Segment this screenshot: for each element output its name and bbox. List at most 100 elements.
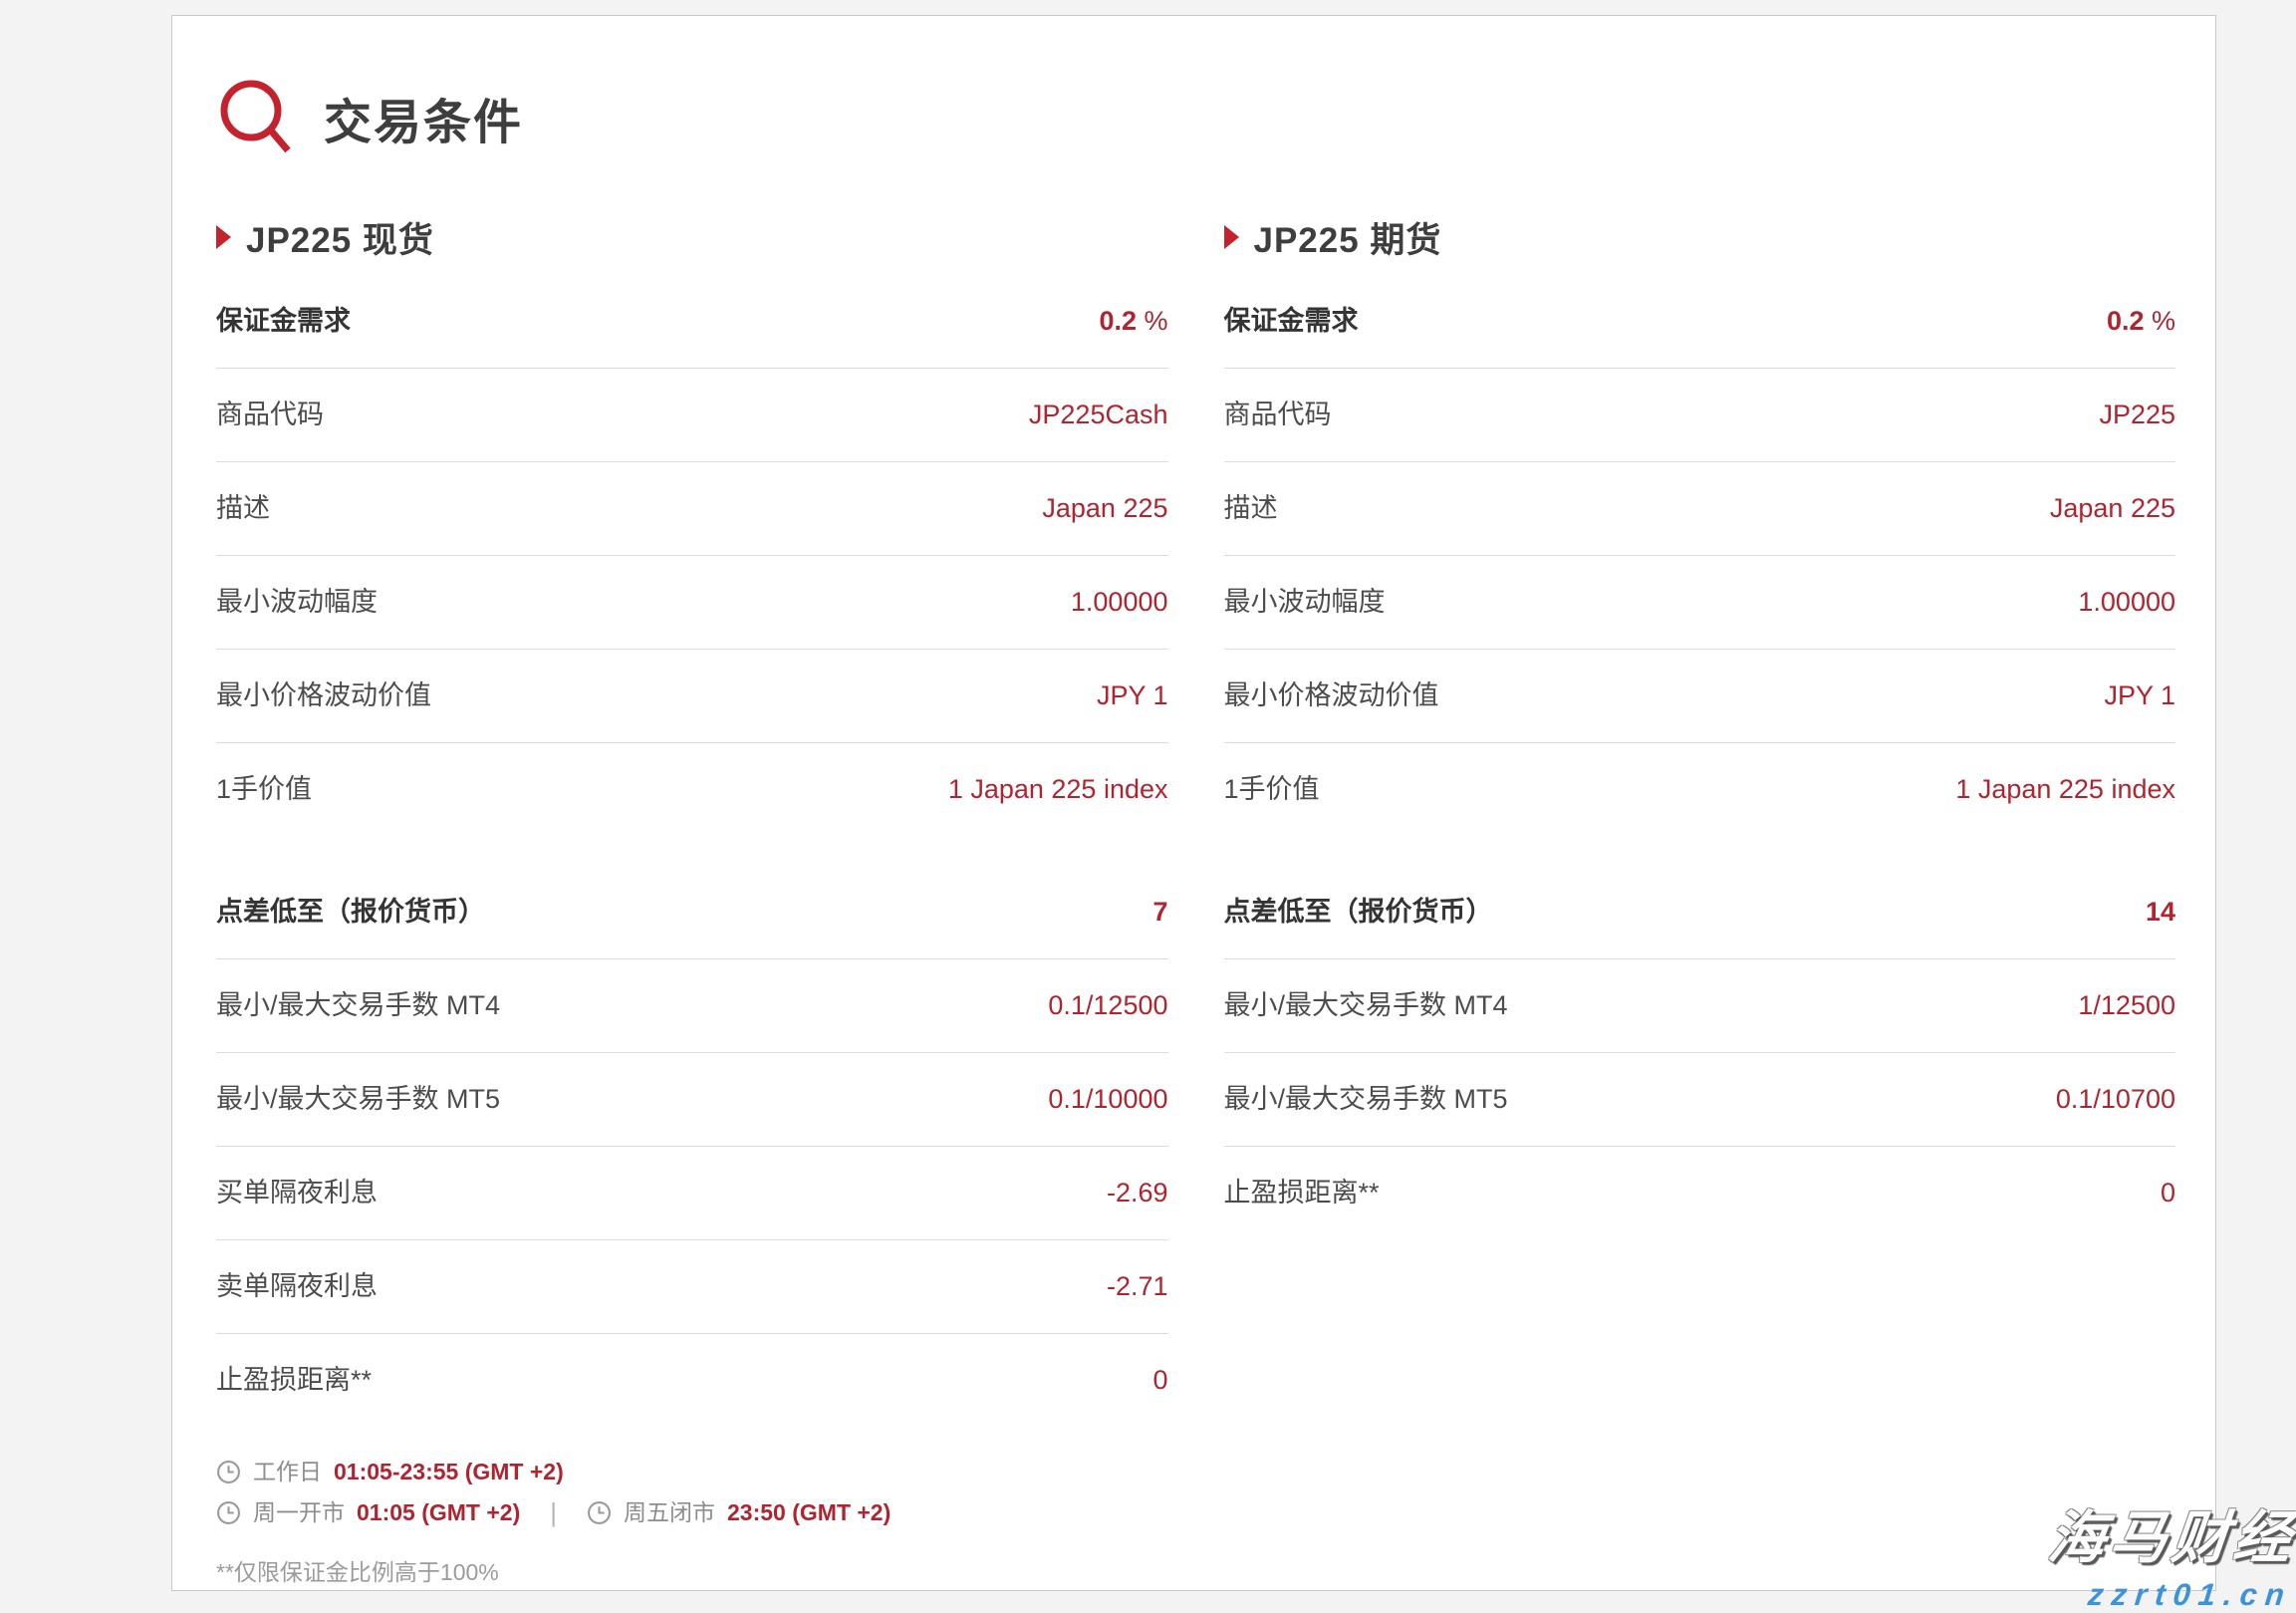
row-value: 0.2 %: [2106, 306, 2175, 336]
row-value: 0.1/10700: [2055, 1084, 2175, 1114]
row-value: 0.2 %: [1099, 306, 1168, 336]
row-value: 1/12500: [2078, 990, 2175, 1020]
friday-close-time: 23:50 (GMT +2): [727, 1499, 892, 1525]
workday-label: 工作日: [253, 1459, 322, 1484]
row-label: 最小波动幅度: [216, 587, 378, 617]
table-row: 止盈损距离** 0: [216, 1334, 1168, 1427]
watermark-brand: 海马财经: [2045, 1506, 2296, 1570]
table-row: 止盈损距离** 0: [1224, 1147, 2176, 1239]
row-value: -2.69: [1106, 1178, 1168, 1208]
table-row: 买单隔夜利息 -2.69: [216, 1147, 1168, 1240]
row-value: 1.00000: [2078, 587, 2175, 617]
table-row: 卖单隔夜利息 -2.71: [216, 1240, 1168, 1334]
table-row: 1手价值 1 Japan 225 index: [216, 743, 1168, 836]
row-label: 最小/最大交易手数 MT5: [1223, 1084, 1508, 1114]
row-label: 商品代码: [1223, 400, 1332, 429]
row-value: JP225: [2099, 400, 2175, 429]
row-group: 点差低至（报价货币） 7 最小/最大交易手数 MT4 0.1/12500 最小/最大交易…: [216, 866, 1168, 1427]
row-label: 商品代码: [216, 400, 324, 429]
trading-hours-line: 工作日 01:05-23:55 (GMT +2): [216, 1457, 2175, 1486]
row-value: 1 Japan 225 index: [947, 774, 1168, 804]
row-group: 保证金需求 0.2 % 商品代码 JP225Cash 描述 Japan 225 最小波动幅度…: [216, 275, 1168, 836]
table-row: 商品代码 JP225: [1223, 369, 2175, 462]
row-value: -2.71: [1106, 1271, 1168, 1301]
row-value: 0: [1152, 1365, 1168, 1395]
section-header-spot: JP225 现货: [216, 213, 1168, 261]
table-row: 最小波动幅度 1.00000: [216, 556, 1168, 650]
table-row: 描述 Japan 225: [216, 462, 1168, 556]
row-label: 最小/最大交易手数 MT5: [216, 1084, 501, 1114]
row-label: 止盈损距离**: [216, 1365, 373, 1395]
row-label: 点差低至（报价货币）: [1223, 897, 1493, 927]
row-label: 保证金需求: [1223, 306, 1359, 336]
row-value: 7: [1152, 897, 1168, 927]
separator: |: [550, 1497, 558, 1527]
row-label: 最小/最大交易手数 MT4: [1223, 990, 1508, 1020]
value-unit: %: [2144, 306, 2175, 336]
watermark: 海马财经 zzrt01.cn: [2045, 1492, 2296, 1613]
columns-container: JP225 现货保证金需求 0.2 % 商品代码 JP225Cash 描述 Japan 2…: [216, 199, 2175, 1427]
row-value: JPY 1: [1096, 680, 1168, 710]
table-row: 最小/最大交易手数 MT4 0.1/12500: [216, 959, 1168, 1053]
row-label: 保证金需求: [216, 306, 351, 336]
row-label: 最小价格波动价值: [216, 680, 431, 710]
row-value: JP225Cash: [1028, 400, 1168, 429]
row-label: 卖单隔夜利息: [216, 1271, 378, 1301]
monday-open-time: 01:05 (GMT +2): [357, 1499, 521, 1525]
row-value: 14: [2145, 897, 2175, 927]
table-row: 保证金需求 0.2 %: [216, 275, 1168, 369]
row-label: 描述: [1223, 493, 1278, 523]
row-label: 止盈损距离**: [1223, 1178, 1380, 1208]
table-row: 最小/最大交易手数 MT4 1/12500: [1223, 959, 2175, 1053]
row-label: 描述: [216, 493, 270, 523]
row-group: 保证金需求 0.2 % 商品代码 JP225 描述 Japan 225 最小波动幅度 1.00…: [1223, 275, 2176, 836]
row-value: 1.00000: [1070, 587, 1168, 617]
row-value: 0: [2160, 1178, 2175, 1208]
row-label: 最小/最大交易手数 MT4: [216, 990, 501, 1020]
table-row: 1手价值 1 Japan 225 index: [1224, 743, 2176, 836]
margin-note: **仅限保证金比例高于100%: [216, 1559, 499, 1585]
friday-close-label: 周五闭市: [624, 1499, 716, 1525]
monday-open-label: 周一开市: [253, 1499, 345, 1525]
table-row: 点差低至（报价货币） 14: [1223, 866, 2175, 959]
row-label: 1手价值: [1223, 774, 1320, 804]
table-row: 最小价格波动价值 JPY 1: [1223, 650, 2175, 743]
value-unit: %: [1136, 306, 1168, 336]
table-row: 最小波动幅度 1.00000: [1223, 556, 2175, 650]
row-value: 0.1/12500: [1048, 990, 1168, 1020]
row-value: Japan 225: [2049, 493, 2175, 523]
triangle-marker-icon: [1223, 225, 1239, 249]
open-close-line: 周一开市 01:05 (GMT +2) | 周五闭市 23:50 (GMT +2…: [216, 1497, 2175, 1527]
row-value: Japan 225: [1042, 493, 1168, 523]
section-title: JP225 现货: [246, 220, 434, 260]
page-title: 交易条件: [324, 97, 524, 149]
page-title-row: 交易条件: [218, 78, 2175, 157]
table-row: 描述 Japan 225: [1223, 462, 2175, 556]
table-row: 最小/最大交易手数 MT5 0.1/10000: [216, 1053, 1168, 1147]
table-row: 最小价格波动价值 JPY 1: [216, 650, 1168, 743]
row-value: 1 Japan 225 index: [1955, 774, 2175, 804]
row-label: 点差低至（报价货币）: [216, 897, 485, 927]
column-spot: JP225 现货保证金需求 0.2 % 商品代码 JP225Cash 描述 Japan 2…: [216, 199, 1168, 1427]
watermark-url: zzrt01.cn: [2086, 1577, 2294, 1612]
table-row: 点差低至（报价货币） 7: [216, 866, 1168, 959]
section-header-futures: JP225 期货: [1223, 213, 2176, 261]
row-value: JPY 1: [2104, 680, 2175, 710]
row-label: 1手价值: [216, 774, 313, 804]
footnotes: 工作日 01:05-23:55 (GMT +2) 周一开市 01:05 (GMT…: [216, 1457, 2175, 1587]
row-label: 最小波动幅度: [1223, 587, 1386, 617]
row-label: 买单隔夜利息: [216, 1178, 378, 1208]
clock-icon: [588, 1500, 611, 1524]
row-value: 0.1/10000: [1048, 1084, 1168, 1114]
section-title: JP225 期货: [1253, 220, 1442, 260]
table-row: 最小/最大交易手数 MT5 0.1/10700: [1223, 1053, 2175, 1147]
table-row: 保证金需求 0.2 %: [1223, 275, 2175, 369]
trading-conditions-card: 交易条件 JP225 现货保证金需求 0.2 % 商品代码 JP225Cash 描述 Ja…: [171, 15, 2216, 1591]
triangle-marker-icon: [216, 225, 231, 249]
clock-icon: [217, 1500, 240, 1524]
workday-hours: 01:05-23:55 (GMT +2): [334, 1459, 564, 1484]
clock-icon: [217, 1460, 240, 1483]
search-icon: [220, 80, 291, 153]
row-group: 点差低至（报价货币） 14 最小/最大交易手数 MT4 1/12500 最小/最大交易手…: [1223, 866, 2176, 1239]
row-label: 最小价格波动价值: [1223, 680, 1439, 710]
